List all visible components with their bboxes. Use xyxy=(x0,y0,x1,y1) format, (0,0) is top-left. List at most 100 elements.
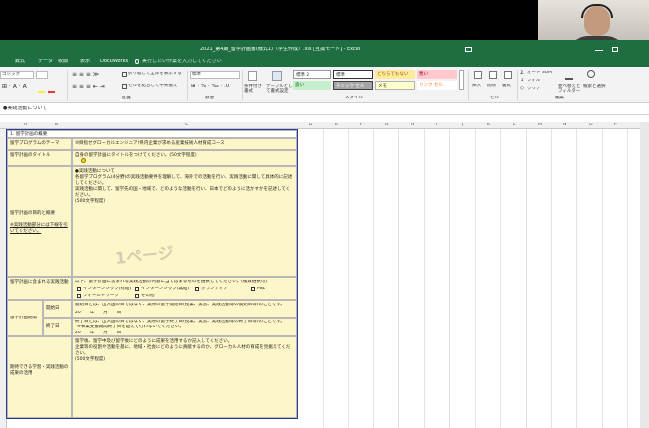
fill-color-swatch[interactable] xyxy=(38,91,45,93)
style-normal[interactable]: 標準 xyxy=(333,70,373,79)
column-header-l[interactable]: L xyxy=(513,123,516,128)
column-header-f[interactable]: F xyxy=(360,123,363,128)
start-label[interactable]: 開始日 xyxy=(43,300,72,318)
checkbox-other[interactable] xyxy=(135,294,139,298)
column-header-m[interactable]: M xyxy=(538,123,542,128)
group-divider xyxy=(67,70,68,100)
column-header-e[interactable]: E xyxy=(335,123,338,128)
format-cells-icon xyxy=(504,71,512,79)
period-label[interactable]: 留学計画期間 xyxy=(7,300,43,336)
fill-button[interactable]: フィル xyxy=(527,79,540,84)
insert-cells-icon xyxy=(474,71,482,79)
format-cells-button[interactable]: 書式 xyxy=(502,84,511,89)
conditional-format-icon xyxy=(248,71,257,81)
purpose-label-cell[interactable]: 留学計画の目的と概要 ※実践活動部分には下線を引いてください。 xyxy=(7,166,72,277)
gridline xyxy=(348,129,349,428)
font-size-select[interactable] xyxy=(36,71,48,79)
minimize-icon[interactable] xyxy=(595,50,603,51)
column-header-i[interactable]: I xyxy=(436,123,437,128)
find-select-button[interactable]: 検索と選択 xyxy=(583,84,607,89)
number-format-select[interactable]: 標準 xyxy=(190,71,240,79)
font-name-select[interactable]: ゴシック xyxy=(0,71,34,79)
column-header-a[interactable]: A xyxy=(24,123,27,128)
checkbox-pbl[interactable] xyxy=(251,287,255,291)
checkbox-label: インターンシップ(無給) xyxy=(141,287,190,291)
tab-docuworks[interactable]: DocuWorks xyxy=(100,59,128,64)
start-cell[interactable]: 開始日とは、出入国の日ではなく、実際の留学開始日(授業、実習、実践活動等の開始日… xyxy=(72,300,297,318)
gridline xyxy=(526,129,527,428)
table-format-button[interactable]: テーブルとして書式設定 xyxy=(266,84,296,95)
gridline xyxy=(500,129,501,428)
column-header-k[interactable]: K xyxy=(487,123,490,128)
checkbox-volunteer[interactable] xyxy=(195,287,199,291)
start-hint: 開始日とは、出入国の日ではなく、実際の留学開始日(授業、実習、実践活動等の開始日… xyxy=(75,303,285,307)
ribbon-display-icon[interactable] xyxy=(465,47,472,52)
gridline xyxy=(475,129,476,428)
group-divider xyxy=(468,70,469,100)
plan-title-label[interactable]: 留学計画のタイトル xyxy=(7,150,72,166)
font-color-swatch[interactable] xyxy=(48,91,55,93)
conditional-format-button[interactable]: 条件付き書式 xyxy=(244,84,266,95)
style-check-cell[interactable]: チェック セル xyxy=(333,81,373,90)
goals-text[interactable]: 留学後、留学中及び留学後にどのように成果を活用するか記入してください。 企業等の… xyxy=(72,336,297,418)
number-format-icons[interactable]: ⊞ · % · ‰ · .0 xyxy=(191,84,229,90)
checkbox-label: インターンシップ(有給) xyxy=(83,287,132,291)
checkbox-fieldwork[interactable] xyxy=(77,294,81,298)
align-icons[interactable]: ≡ ≡ ≡ ≫ xyxy=(72,72,99,78)
font-controls-icons[interactable]: ⊞ · A · A xyxy=(2,84,27,90)
end-cell[interactable]: 終了日とは、出入国の日ではなく、実際の留学終了日(授業、実習、実践活動等の終了日… xyxy=(72,318,297,336)
restore-icon[interactable] xyxy=(612,47,618,52)
autosum-button[interactable]: オート SUM xyxy=(527,71,552,76)
column-header-h[interactable]: H xyxy=(411,123,414,128)
formula-bar[interactable]: ●実践活動について xyxy=(0,103,649,115)
purpose-text[interactable]: ●実践活動について 各留学プログラム(4分野)の実践活動要件を理解して、海外での… xyxy=(72,166,297,277)
tab-formulas[interactable]: 数式 xyxy=(15,59,25,64)
column-header-d[interactable]: D xyxy=(309,123,312,128)
formula-bar-content[interactable]: ●実践活動について xyxy=(3,106,47,111)
column-header-p[interactable]: P xyxy=(614,123,617,128)
vertical-scrollbar[interactable] xyxy=(640,122,649,428)
activities-cell[interactable]: 以下、留学計画に含まれる実践活動の内容に当てはまるものを選択してください。(複数… xyxy=(72,277,297,300)
style-good[interactable]: 良い xyxy=(293,81,331,90)
tell-me-search[interactable]: 実行したい作業を入力してください xyxy=(142,59,222,64)
program-theme-label[interactable]: 留学プログラムのテーマ xyxy=(7,138,72,150)
table-format-icon xyxy=(272,71,282,81)
column-header-c[interactable]: C xyxy=(185,123,188,128)
insert-cells-button[interactable]: 挿入 xyxy=(472,84,481,89)
style-neutral[interactable]: どちらでもない xyxy=(375,70,415,79)
checkbox-label: ボランティア xyxy=(201,287,228,291)
column-header-j[interactable]: J xyxy=(462,123,463,128)
column-header-o[interactable]: O xyxy=(589,123,593,128)
delete-cells-button[interactable]: 削除 xyxy=(487,84,496,89)
activities-label[interactable]: 留学計画に含まれる実践活動 xyxy=(7,277,72,300)
style-bad[interactable]: 悪い xyxy=(417,70,457,79)
sort-filter-button[interactable]: 並べ替えとフィルター xyxy=(558,84,584,95)
align-icons-row2[interactable]: ≡ ≡ ≡ ⇤ ⇥ xyxy=(72,84,105,90)
cursor-icon xyxy=(81,158,86,163)
checkbox-internship-unpaid[interactable] xyxy=(135,287,139,291)
styles-scroll-icon[interactable] xyxy=(459,70,464,90)
plan-title-hint[interactable]: 自身の留学計画にタイトルをつけてください。(50文字程度) xyxy=(72,150,297,166)
tab-view[interactable]: 表示 xyxy=(80,59,90,64)
group-divider xyxy=(187,70,188,100)
tab-review[interactable]: 校閲 xyxy=(58,59,68,64)
wrap-text-button[interactable]: 折り返して全体を表示する xyxy=(128,72,188,77)
study-plan-form: 1. 留学計画の概要 留学プログラムのテーマ ⑩目指せグローカルエンジニア!県内… xyxy=(6,129,298,419)
style-linked-cell[interactable]: リンク セル xyxy=(417,81,457,90)
checkbox-internship-paid[interactable] xyxy=(77,287,81,291)
end-label[interactable]: 終了日 xyxy=(43,318,72,336)
style-normal-2[interactable]: 標準 2 xyxy=(293,70,331,79)
style-note[interactable]: メモ xyxy=(375,81,415,90)
column-header-b[interactable]: B xyxy=(55,123,58,128)
section-title[interactable]: 1. 留学計画の概要 xyxy=(7,130,297,138)
column-header-g[interactable]: G xyxy=(385,123,389,128)
merge-center-button[interactable]: セルを結合して中央揃え xyxy=(128,84,188,89)
tab-data[interactable]: データ xyxy=(38,59,53,64)
goals-label-cell[interactable]: 期待できる学習・実践活動の成果の活用 xyxy=(7,336,72,418)
checkbox-label: PBL xyxy=(257,287,266,291)
column-header-n[interactable]: N xyxy=(563,123,566,128)
clear-button[interactable]: クリア xyxy=(527,87,541,92)
program-theme-value[interactable]: ⑩目指せグローカルエンジニア!県内企業が求める産業技術人材育成コース xyxy=(72,138,297,150)
checkbox-label: その他 xyxy=(141,294,155,298)
fill-icon: ↓ xyxy=(520,78,525,83)
